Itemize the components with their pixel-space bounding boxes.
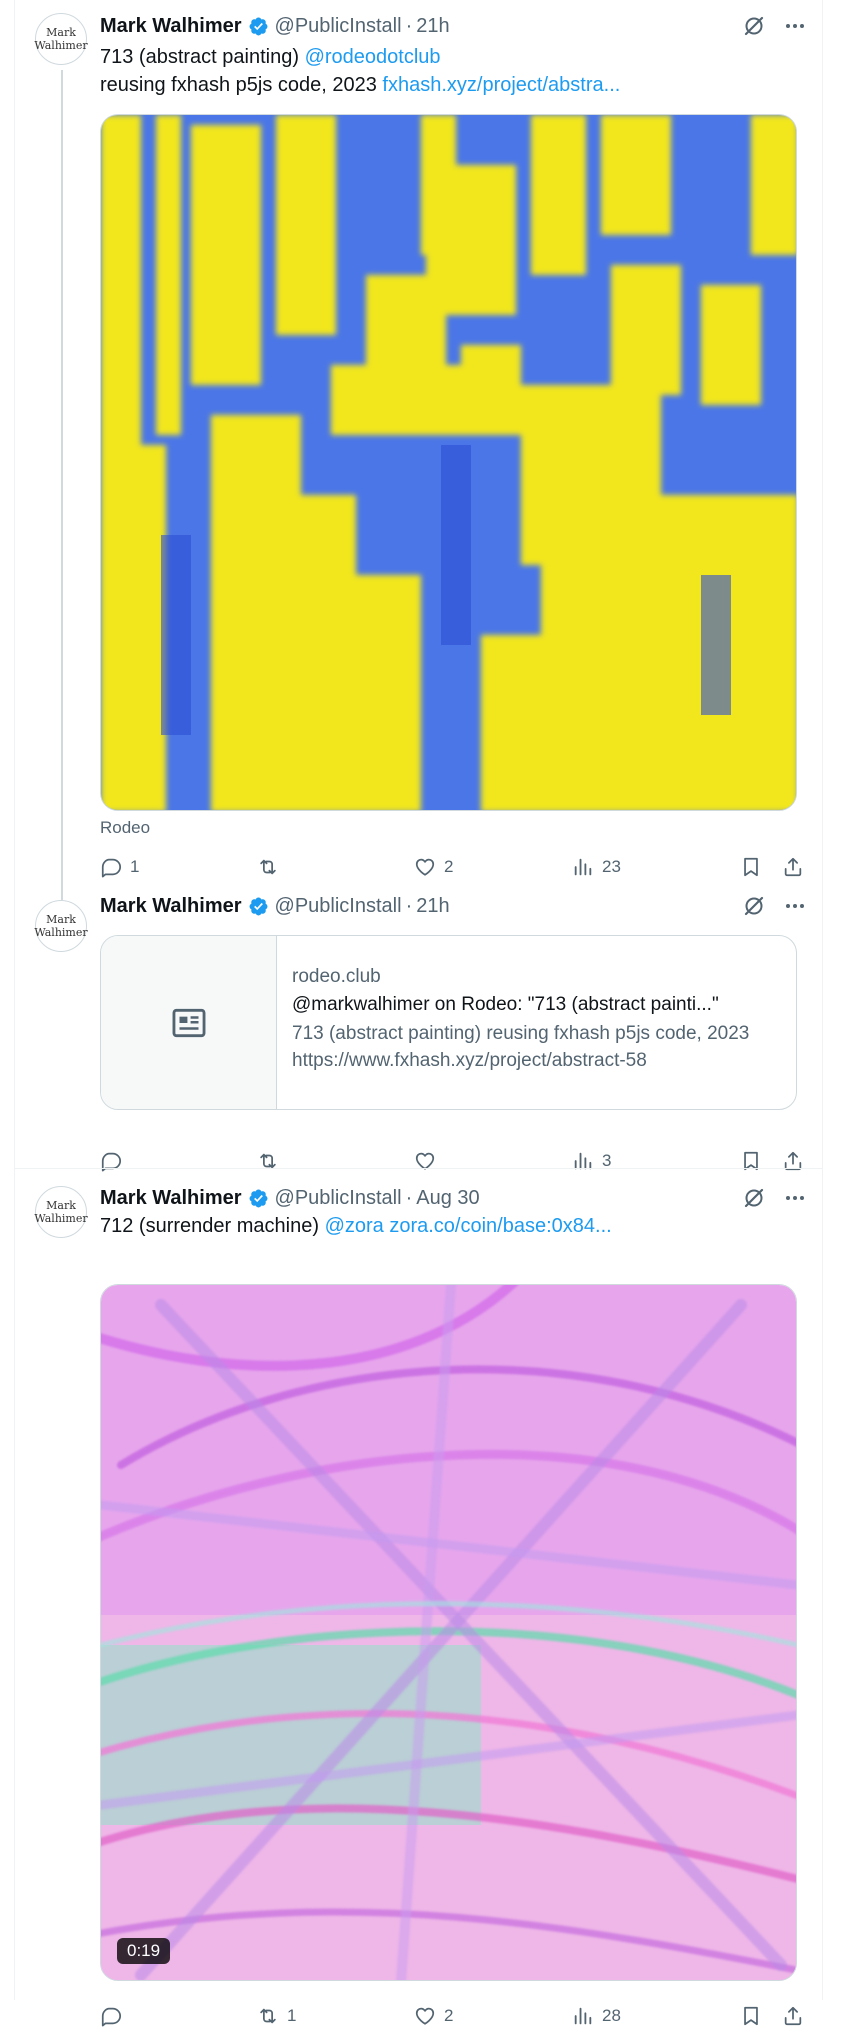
timestamp[interactable]: 21h bbox=[416, 15, 449, 38]
author-handle[interactable]: @PublicInstall bbox=[275, 15, 402, 38]
card-body: rodeo.club @markwalhimer on Rodeo: "713 … bbox=[292, 964, 782, 1074]
timestamp[interactable]: Aug 30 bbox=[416, 1187, 479, 1210]
timestamp[interactable]: 21h bbox=[416, 895, 449, 918]
card-title: @markwalhimer on Rodeo: "713 (abstract p… bbox=[292, 994, 719, 1015]
mention-link[interactable]: @rodeodotclub bbox=[305, 46, 441, 68]
abstract-painting-image bbox=[101, 115, 796, 810]
card-description: 713 (abstract painting) reusing fxhash p… bbox=[292, 1023, 750, 1071]
more-icon[interactable] bbox=[783, 894, 807, 918]
like-icon bbox=[414, 2005, 436, 2027]
dot-separator: · bbox=[405, 894, 413, 917]
author-name[interactable]: Mark Walhimer bbox=[100, 15, 242, 38]
thread-connector bbox=[61, 70, 63, 908]
verified-badge-icon[interactable] bbox=[248, 896, 269, 917]
bookmark-button[interactable] bbox=[740, 2001, 762, 2031]
tweet-header: Mark Walhimer @PublicInstall · 21h bbox=[100, 13, 450, 39]
surrender-machine-video bbox=[101, 1285, 796, 1980]
link-card[interactable]: rodeo.club @markwalhimer on Rodeo: "713 … bbox=[100, 935, 797, 1110]
tweet-header: Mark Walhimer @PublicInstall · 21h bbox=[100, 893, 450, 919]
bookmark-icon bbox=[740, 2005, 762, 2027]
tweet-text: 713 (abstract painting) @rodeodotclub re… bbox=[100, 46, 621, 96]
tweet-rodeo-link[interactable]: Mark Walhimer Mark Walhimer @PublicInsta… bbox=[15, 895, 822, 1168]
like-button[interactable]: 2 bbox=[414, 2001, 453, 2031]
card-thumbnail bbox=[101, 936, 277, 1109]
author-handle[interactable]: @PublicInstall bbox=[275, 895, 402, 918]
author-name[interactable]: Mark Walhimer bbox=[100, 895, 242, 918]
timeline: Mark Walhimer Mark Walhimer @PublicInsta… bbox=[14, 0, 823, 2000]
views-icon bbox=[572, 856, 594, 878]
repost-icon bbox=[257, 2005, 279, 2027]
url-link[interactable]: fxhash.xyz/project/abstra... bbox=[382, 74, 620, 96]
reply-button[interactable] bbox=[100, 2001, 130, 2031]
grok-icon[interactable] bbox=[742, 1186, 766, 1210]
reply-button[interactable]: 1 bbox=[100, 852, 139, 882]
grok-icon[interactable] bbox=[742, 14, 766, 38]
verified-badge-icon[interactable] bbox=[248, 16, 269, 37]
tweet-video[interactable]: 0:19 bbox=[100, 1284, 797, 1981]
source-label[interactable]: Rodeo bbox=[100, 818, 150, 838]
video-duration-badge: 0:19 bbox=[117, 1938, 171, 1964]
more-icon[interactable] bbox=[783, 1186, 807, 1210]
tweet-actions: 1 2 23 bbox=[100, 852, 810, 882]
tweet-712[interactable]: Mark Walhimer Mark Walhimer @PublicInsta… bbox=[15, 1168, 822, 2000]
mention-link[interactable]: @zora bbox=[325, 1215, 384, 1237]
author-handle[interactable]: @PublicInstall bbox=[275, 1187, 402, 1210]
verified-badge-icon[interactable] bbox=[248, 1188, 269, 1209]
tweet-713[interactable]: Mark Walhimer Mark Walhimer @PublicInsta… bbox=[15, 0, 822, 908]
url-link[interactable]: zora.co/coin/base:0x84... bbox=[389, 1215, 611, 1237]
bookmark-icon bbox=[740, 856, 762, 878]
share-icon bbox=[782, 2005, 804, 2027]
repost-button[interactable]: 1 bbox=[257, 2001, 296, 2031]
avatar[interactable]: Mark Walhimer bbox=[34, 1186, 88, 1238]
repost-button[interactable] bbox=[257, 852, 287, 882]
views-icon bbox=[572, 2005, 594, 2027]
bookmark-button[interactable] bbox=[740, 852, 762, 882]
tweet-header: Mark Walhimer @PublicInstall · Aug 30 bbox=[100, 1185, 480, 1211]
like-icon bbox=[414, 856, 436, 878]
like-button[interactable]: 2 bbox=[414, 852, 453, 882]
tweet-actions: 1 2 28 bbox=[100, 2001, 810, 2031]
more-icon[interactable] bbox=[783, 14, 807, 38]
repost-icon bbox=[257, 856, 279, 878]
avatar[interactable]: Mark Walhimer bbox=[34, 900, 88, 952]
card-domain: rodeo.club bbox=[292, 966, 381, 987]
share-button[interactable] bbox=[782, 852, 804, 882]
share-icon bbox=[782, 856, 804, 878]
tweet-text: 712 (surrender machine) @zora zora.co/co… bbox=[100, 1215, 612, 1237]
reply-icon bbox=[100, 2005, 122, 2027]
views-button[interactable]: 23 bbox=[572, 852, 621, 882]
article-icon bbox=[170, 1004, 208, 1042]
dot-separator: · bbox=[405, 1186, 413, 1209]
author-name[interactable]: Mark Walhimer bbox=[100, 1187, 242, 1210]
avatar[interactable]: Mark Walhimer bbox=[34, 13, 88, 65]
share-button[interactable] bbox=[782, 2001, 804, 2031]
dot-separator: · bbox=[405, 14, 413, 37]
grok-icon[interactable] bbox=[742, 894, 766, 918]
reply-icon bbox=[100, 856, 122, 878]
views-button[interactable]: 28 bbox=[572, 2001, 621, 2031]
tweet-image[interactable] bbox=[100, 114, 797, 811]
